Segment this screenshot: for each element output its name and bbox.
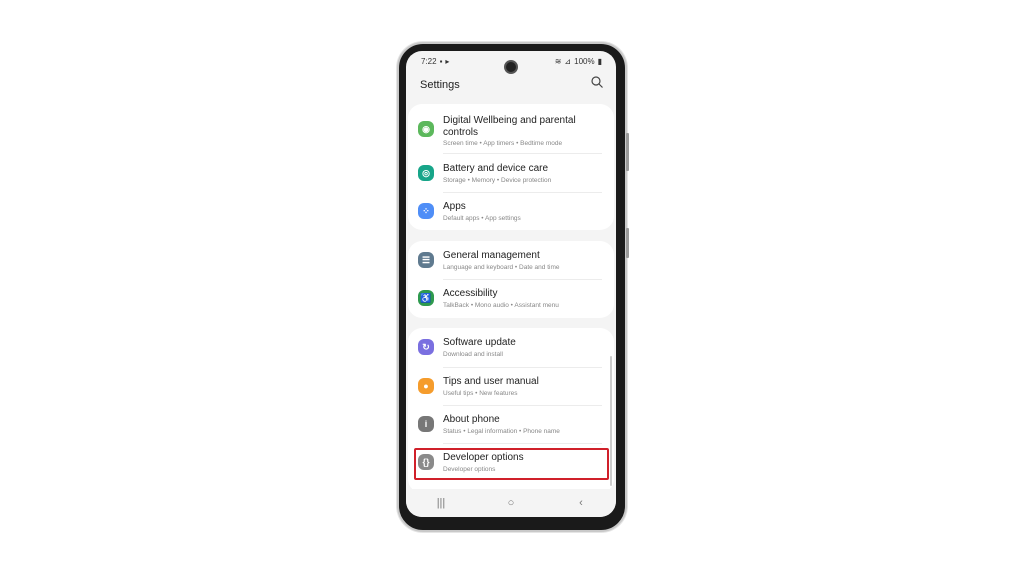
item-subtitle: Storage • Memory • Device protection xyxy=(443,177,552,184)
search-icon[interactable] xyxy=(590,75,604,89)
phone-screen: 7:22 ▪ ▸ ≋ ⊿ 100% ▮ Settings ◉ Digital Wellbe… xyxy=(406,51,616,517)
apps-icon: ⁘ xyxy=(418,203,434,219)
settings-item-general-management[interactable]: ☰ General management Language and keyboa… xyxy=(408,241,614,279)
settings-item-accessibility[interactable]: ♿ Accessibility TalkBack • Mono audio • … xyxy=(408,279,614,317)
signal-icon: ⊿ xyxy=(564,57,572,66)
settings-item-tips[interactable]: ● Tips and user manual Useful tips • New… xyxy=(408,367,614,405)
item-subtitle: TalkBack • Mono audio • Assistant menu xyxy=(443,302,559,309)
item-label: General management xyxy=(443,250,540,261)
item-subtitle: Status • Legal information • Phone name xyxy=(443,428,560,435)
back-button[interactable]: ‹ xyxy=(574,496,588,510)
item-label-cont: controls xyxy=(443,127,479,138)
page-title: Settings xyxy=(420,79,460,91)
wifi-icon: ≋ xyxy=(554,57,562,66)
scrollbar[interactable] xyxy=(610,356,612,486)
digital-wellbeing-icon: ◉ xyxy=(418,121,434,137)
video-icon: ▸ xyxy=(445,57,450,66)
item-label: Battery and device care xyxy=(443,163,549,174)
power-button xyxy=(626,228,629,258)
general-management-icon: ☰ xyxy=(418,252,434,268)
battery-icon: ▮ xyxy=(597,57,602,66)
settings-item-apps[interactable]: ⁘ Apps Default apps • App settings xyxy=(408,192,614,230)
settings-group-1: ◉ Digital Wellbeing and parental control… xyxy=(408,104,614,230)
highlight-box xyxy=(414,448,609,480)
item-label: Software update xyxy=(443,337,516,348)
battery-level: 100% xyxy=(574,57,595,66)
item-label: Accessibility xyxy=(443,288,498,299)
about-phone-icon: i xyxy=(418,416,434,432)
app-header: Settings xyxy=(420,75,606,95)
recents-button[interactable]: ||| xyxy=(434,496,448,510)
item-label: Tips and user manual xyxy=(443,376,539,387)
volume-button xyxy=(626,133,629,171)
item-subtitle: Useful tips • New features xyxy=(443,390,518,397)
settings-item-battery[interactable]: ◎ Battery and device care Storage • Memo… xyxy=(408,154,614,192)
settings-item-software-update[interactable]: ↻ Software update Download and install xyxy=(408,328,614,366)
settings-item-digital-wellbeing[interactable]: ◉ Digital Wellbeing and parental control… xyxy=(408,107,614,151)
software-update-icon: ↻ xyxy=(418,339,434,355)
front-camera xyxy=(504,60,518,74)
settings-item-about-phone[interactable]: i About phone Status • Legal information… xyxy=(408,405,614,443)
notification-icon: ▪ xyxy=(439,57,443,66)
item-subtitle: Default apps • App settings xyxy=(443,215,521,222)
tips-icon: ● xyxy=(418,378,434,394)
item-label: About phone xyxy=(443,414,500,425)
item-subtitle: Language and keyboard • Date and time xyxy=(443,264,560,271)
item-label: Apps xyxy=(443,201,466,212)
accessibility-icon: ♿ xyxy=(418,290,434,306)
clock: 7:22 xyxy=(421,57,437,66)
item-subtitle: Screen time • App timers • Bedtime mode xyxy=(443,140,563,147)
home-button[interactable]: ○ xyxy=(504,496,518,510)
device-care-icon: ◎ xyxy=(418,165,434,181)
item-subtitle: Download and install xyxy=(443,351,503,358)
item-label: Digital Wellbeing and parental xyxy=(443,115,576,126)
navigation-bar: ||| ○ ‹ xyxy=(406,489,616,517)
settings-group-2: ☰ General management Language and keyboa… xyxy=(408,241,614,318)
